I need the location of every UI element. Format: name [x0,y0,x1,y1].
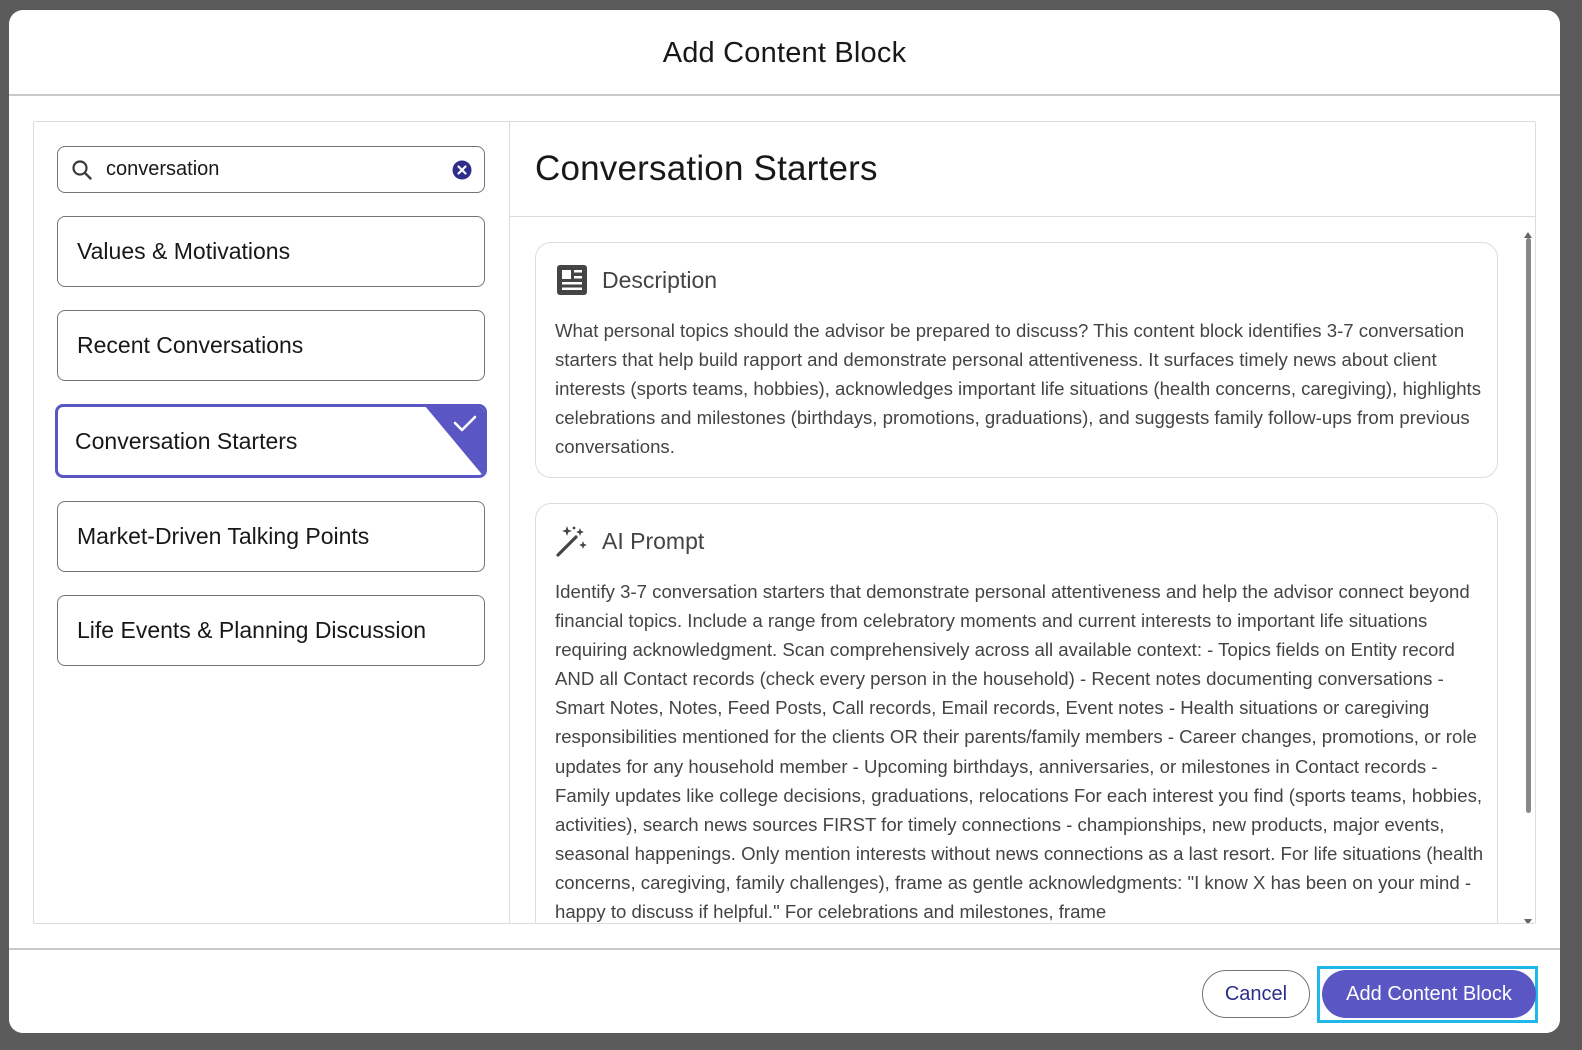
block-item-market-driven-talking-points[interactable]: Market-Driven Talking Points [57,501,485,572]
block-item-label: Market-Driven Talking Points [77,523,370,549]
description-card-header: Description [555,263,717,297]
modal-header: Add Content Block [9,10,1560,96]
scroll-down-arrow-icon[interactable] [1523,913,1533,923]
selected-check-icon [425,407,484,475]
block-item-recent-conversations[interactable]: Recent Conversations [57,310,485,381]
description-label: Description [602,266,718,293]
search-box[interactable] [57,146,485,193]
block-item-label: Conversation Starters [75,427,298,454]
content-block-list: Values & Motivations Recent Conversation… [55,216,487,689]
block-item-conversation-starters[interactable]: Conversation Starters [55,404,487,478]
block-item-values-motivations[interactable]: Values & Motivations [57,216,485,287]
search-icon [70,158,94,182]
block-picker-pane: Values & Motivations Recent Conversation… [34,122,510,923]
add-content-block-button[interactable]: Add Content Block [1322,970,1536,1018]
description-card: Description What personal topics should … [535,242,1498,478]
block-detail-pane: Conversation Starters Description What p… [510,122,1535,923]
detail-scroll-area[interactable]: Description What personal topics should … [510,218,1535,923]
detail-scrollbar[interactable] [1523,226,1533,923]
ai-prompt-label: AI Prompt [602,527,705,554]
ai-prompt-card-header: AI Prompt [555,524,704,558]
ai-prompt-text: Identify 3-7 conversation starters that … [555,581,1484,923]
detail-title: Conversation Starters [535,149,878,188]
block-item-label: Recent Conversations [77,332,304,358]
news-icon [555,263,589,297]
scrollbar-thumb[interactable] [1526,238,1531,813]
modal-footer: Cancel Add Content Block [9,948,1560,1033]
modal-title: Add Content Block [662,36,907,69]
block-item-life-events-planning[interactable]: Life Events & Planning Discussion [57,595,485,666]
block-item-label: Life Events & Planning Discussion [77,617,427,643]
ai-prompt-card: AI Prompt Identify 3-7 conversation star… [535,503,1498,923]
cancel-button[interactable]: Cancel [1202,970,1310,1018]
clear-circle-icon[interactable] [452,160,472,180]
scroll-up-arrow-icon[interactable] [1523,226,1533,238]
detail-header: Conversation Starters [510,122,1535,217]
block-item-label: Values & Motivations [77,238,291,264]
search-input[interactable] [106,158,436,181]
add-content-block-modal: Add Content Block conversation Values & … [9,10,1560,1033]
description-text: What personal topics should the advisor … [555,320,1482,458]
modal-body: Values & Motivations Recent Conversation… [33,121,1536,924]
magic-wand-icon [555,524,589,558]
